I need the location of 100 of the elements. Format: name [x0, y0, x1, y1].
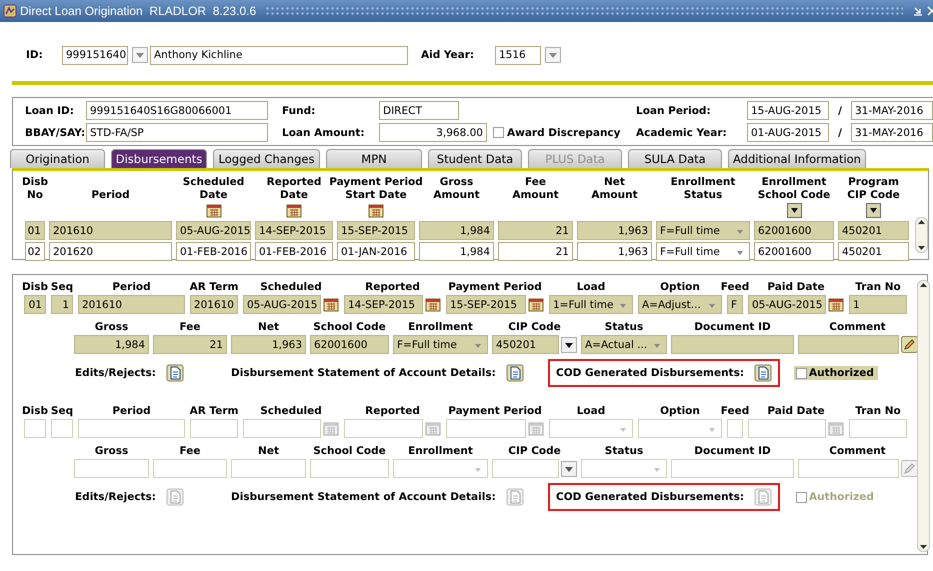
scrollbar[interactable]: [915, 217, 928, 253]
tab[interactable]: Student Data: [428, 149, 522, 168]
minimize-icon[interactable]: [912, 5, 924, 17]
input-field[interactable]: [671, 335, 794, 354]
input-field[interactable]: 21: [498, 242, 573, 261]
input-field[interactable]: [231, 459, 306, 478]
input-field[interactable]: [78, 419, 185, 438]
input-field[interactable]: 450201: [838, 242, 909, 261]
input-field[interactable]: 21: [153, 335, 227, 354]
input-field[interactable]: 15-SEP-2015: [446, 295, 526, 314]
input-field[interactable]: 05-AUG-2015: [243, 295, 321, 314]
dropdown-field[interactable]: [393, 459, 488, 478]
document-button[interactable]: [166, 364, 184, 382]
calendar-button[interactable]: [528, 420, 544, 436]
input-field[interactable]: [671, 459, 794, 478]
calendar-button[interactable]: [286, 202, 302, 218]
input-field[interactable]: 15-AUG-2015: [747, 101, 829, 120]
input-field[interactable]: 201610: [49, 221, 172, 240]
input-field[interactable]: [310, 459, 389, 478]
dropdown-field[interactable]: A=Actual ...: [581, 335, 667, 354]
input-field[interactable]: 15-SEP-2015: [337, 221, 415, 240]
scrollbar[interactable]: [917, 280, 930, 552]
input-field[interactable]: 01-FEB-2016: [255, 242, 333, 261]
input-field[interactable]: 21: [498, 221, 573, 240]
document-button[interactable]: [754, 364, 772, 382]
calendar-button[interactable]: [368, 202, 384, 218]
input-field[interactable]: 201610: [78, 295, 185, 314]
input-field[interactable]: 1,984: [74, 335, 149, 354]
input-field[interactable]: [748, 419, 826, 438]
calendar-button[interactable]: [323, 420, 339, 436]
input-field[interactable]: Anthony Kichline: [150, 46, 408, 64]
dropdown-field[interactable]: [549, 419, 633, 438]
checkbox[interactable]: [796, 368, 808, 378]
calendar-button[interactable]: [425, 296, 441, 312]
calendar-button[interactable]: [206, 202, 222, 218]
input-field[interactable]: STD-FA/SP: [86, 123, 268, 142]
input-field[interactable]: [153, 459, 227, 478]
input-field[interactable]: 1: [849, 295, 907, 314]
input-field[interactable]: 450201: [838, 221, 909, 240]
input-field[interactable]: 62001600: [754, 221, 834, 240]
tab[interactable]: Additional Information: [728, 149, 866, 168]
tab[interactable]: Logged Changes: [213, 149, 320, 168]
input-field[interactable]: [344, 419, 423, 438]
calendar-button[interactable]: [528, 296, 544, 312]
input-field[interactable]: F: [727, 295, 743, 314]
input-field[interactable]: 201620: [49, 242, 172, 261]
input-field[interactable]: [190, 419, 238, 438]
close-icon[interactable]: [927, 5, 933, 17]
input-field[interactable]: 1: [51, 295, 73, 314]
input-field[interactable]: [51, 419, 73, 438]
dropdown-field[interactable]: F=Full time: [656, 221, 750, 240]
document-button[interactable]: [506, 364, 524, 382]
calendar-button[interactable]: [323, 296, 339, 312]
dropdown-field[interactable]: F=Full time: [393, 335, 488, 354]
dropdown-button[interactable]: [866, 203, 881, 218]
input-field[interactable]: 999151640S16G80066001: [86, 101, 268, 120]
input-field[interactable]: 3,968.00: [379, 123, 487, 142]
input-field[interactable]: 05-AUG-2015: [748, 295, 826, 314]
calendar-button[interactable]: [828, 296, 844, 312]
input-field[interactable]: 31-MAY-2016: [851, 101, 933, 120]
input-field[interactable]: [492, 459, 559, 478]
dropdown-button[interactable]: [561, 336, 577, 352]
input-field[interactable]: [74, 459, 149, 478]
input-field[interactable]: 1,963: [577, 242, 652, 261]
calendar-button[interactable]: [425, 420, 441, 436]
input-field[interactable]: [243, 419, 321, 438]
input-field[interactable]: 1516: [495, 46, 541, 64]
dropdown-field[interactable]: A=Adjust...: [638, 295, 722, 314]
input-field[interactable]: 31-MAY-2016: [851, 123, 933, 142]
calendar-button[interactable]: [828, 420, 844, 436]
dropdown-button[interactable]: [561, 460, 577, 476]
input-field[interactable]: 01: [24, 295, 46, 314]
dropdown-field[interactable]: F=Full time: [656, 242, 750, 261]
checkbox-field[interactable]: Authorized: [794, 366, 878, 380]
input-field[interactable]: [727, 419, 743, 438]
dropdown-field[interactable]: [581, 459, 667, 478]
input-field[interactable]: 05-AUG-2015: [176, 221, 251, 240]
dropdown-button[interactable]: [786, 203, 802, 218]
input-field[interactable]: 1,963: [231, 335, 306, 354]
input-field[interactable]: [849, 419, 907, 438]
input-field[interactable]: 01-JAN-2016: [337, 242, 415, 261]
input-field[interactable]: 201610: [190, 295, 238, 314]
input-field[interactable]: 450201: [492, 335, 559, 354]
input-field[interactable]: 62001600: [754, 242, 834, 261]
tab[interactable]: Disbursements: [111, 149, 207, 168]
input-field[interactable]: DIRECT: [379, 101, 459, 120]
tab[interactable]: Origination: [10, 149, 105, 168]
edit-button[interactable]: [900, 336, 918, 353]
input-field[interactable]: [798, 335, 898, 354]
dropdown-field[interactable]: 1=Full time: [549, 295, 633, 314]
checkbox[interactable]: [493, 127, 504, 138]
input-field[interactable]: [798, 459, 898, 478]
input-field[interactable]: 01: [25, 221, 45, 240]
input-field[interactable]: 1,984: [419, 221, 494, 240]
input-field[interactable]: 14-SEP-2015: [344, 295, 423, 314]
input-field[interactable]: [446, 419, 526, 438]
input-field[interactable]: 1,963: [577, 221, 652, 240]
tab[interactable]: MPN: [326, 149, 422, 168]
input-field[interactable]: 01-AUG-2015: [747, 123, 829, 142]
tab[interactable]: SULA Data: [628, 149, 722, 168]
